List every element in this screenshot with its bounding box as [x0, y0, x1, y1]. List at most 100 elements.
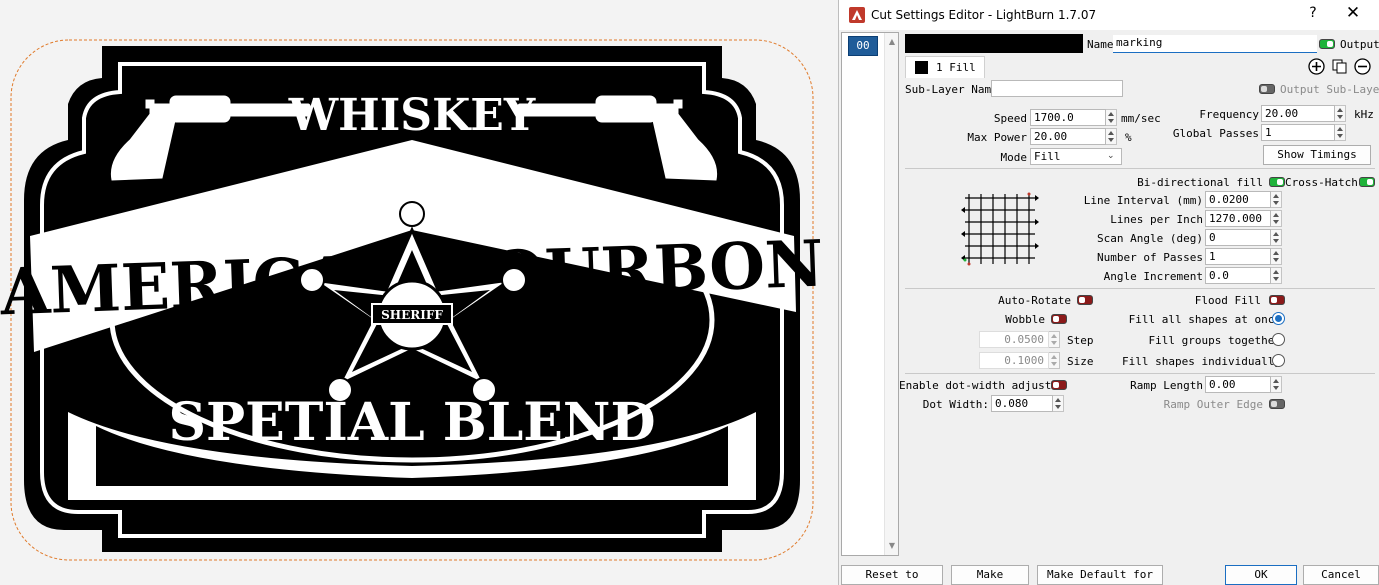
- dot-width-adjust-toggle[interactable]: [1051, 380, 1067, 390]
- fill-all-radio[interactable]: [1272, 312, 1285, 325]
- scroll-down-icon[interactable]: ▼: [885, 539, 899, 553]
- design-canvas[interactable]: WHISKEY AMERICAN BOURBON SHERIFF SPETIAL…: [0, 0, 840, 585]
- lpi-input[interactable]: 1270.000: [1205, 210, 1271, 227]
- add-sublayer-icon[interactable]: [1308, 58, 1325, 75]
- ramp-length-label: Ramp Length: [1130, 379, 1203, 392]
- line-interval-spinner[interactable]: [1271, 191, 1282, 208]
- ramp-outer-label: Ramp Outer Edge: [1163, 398, 1263, 411]
- make-default-button[interactable]: Make Default: [951, 565, 1029, 585]
- ramp-length-spinner[interactable]: [1271, 376, 1282, 393]
- cut-settings-dialog: Cut Settings Editor - LightBurn 1.7.07 ?…: [838, 0, 1379, 585]
- wobble-toggle[interactable]: [1051, 314, 1067, 324]
- sublayer-color-swatch: [915, 61, 928, 74]
- layer-list-scrollbar[interactable]: ▲ ▼: [884, 33, 898, 555]
- output-sublayer-label: Output Sub-Layer: [1280, 83, 1379, 96]
- crosshatch-toggle[interactable]: [1359, 177, 1375, 187]
- mode-select[interactable]: Fill ⌄: [1030, 148, 1122, 165]
- tab-sublayer-fill[interactable]: 1 Fill: [905, 56, 985, 78]
- ok-button[interactable]: OK: [1225, 565, 1297, 585]
- line-interval-label: Line Interval (mm): [1083, 194, 1203, 207]
- scan-angle-input[interactable]: 0: [1205, 229, 1271, 246]
- wobble-step-spinner[interactable]: [1049, 331, 1060, 348]
- layer-chip-00[interactable]: 00: [848, 36, 878, 56]
- ramp-outer-toggle[interactable]: [1269, 399, 1285, 409]
- wobble-step-input[interactable]: 0.0500: [979, 331, 1049, 348]
- speed-unit: mm/sec: [1121, 112, 1161, 125]
- num-passes-spinner[interactable]: [1271, 248, 1282, 265]
- crosshatch-label: Cross-Hatch: [1285, 176, 1358, 189]
- scroll-up-icon[interactable]: ▲: [885, 35, 899, 49]
- dot-width-spinner[interactable]: [1053, 395, 1064, 412]
- max-power-unit: %: [1125, 131, 1132, 144]
- fill-pattern-preview-icon: [961, 192, 1039, 266]
- layer-color-swatch[interactable]: [905, 34, 1083, 53]
- fill-individually-label: Fill shapes individually: [1122, 355, 1281, 368]
- frequency-spinner[interactable]: [1335, 105, 1346, 122]
- cancel-button[interactable]: Cancel: [1303, 565, 1379, 585]
- scan-angle-spinner[interactable]: [1271, 229, 1282, 246]
- max-power-label: Max Power: [967, 131, 1027, 144]
- dot-width-input[interactable]: 0.080: [991, 395, 1053, 412]
- max-power-input[interactable]: 20.00: [1030, 128, 1106, 145]
- whiskey-label-artwork: WHISKEY AMERICAN BOURBON SHERIFF SPETIAL…: [0, 39, 825, 561]
- global-passes-spinner[interactable]: [1335, 124, 1346, 141]
- max-power-spinner[interactable]: [1106, 128, 1117, 145]
- name-input[interactable]: marking: [1113, 35, 1317, 53]
- global-passes-input[interactable]: 1: [1261, 124, 1335, 141]
- output-label: Output: [1340, 38, 1379, 51]
- make-default-all-button[interactable]: Make Default for All: [1037, 565, 1163, 585]
- ramp-length-input[interactable]: 0.00: [1205, 376, 1271, 393]
- title-bar: Cut Settings Editor - LightBurn 1.7.07 ?…: [839, 0, 1379, 30]
- wobble-size-spinner[interactable]: [1049, 352, 1060, 369]
- flood-fill-toggle[interactable]: [1269, 295, 1285, 305]
- whiskey-text: WHISKEY: [288, 90, 536, 141]
- name-label: Name: [1087, 38, 1114, 51]
- close-button[interactable]: ✕: [1341, 3, 1365, 23]
- frequency-label: Frequency: [1199, 108, 1259, 121]
- output-sublayer-toggle[interactable]: [1259, 84, 1275, 94]
- reset-default-button[interactable]: Reset to Default: [841, 565, 943, 585]
- auto-rotate-toggle[interactable]: [1077, 295, 1093, 305]
- sublayer-name-label: Sub-Layer Name: [905, 83, 998, 96]
- bidirectional-toggle[interactable]: [1269, 177, 1285, 187]
- svg-text:SHERIFF: SHERIFF: [381, 308, 443, 322]
- mode-select-value: Fill: [1034, 150, 1061, 163]
- dialog-title: Cut Settings Editor - LightBurn 1.7.07: [871, 8, 1097, 22]
- flood-fill-label: Flood Fill: [1194, 294, 1261, 307]
- copy-sublayer-icon[interactable]: [1331, 58, 1348, 75]
- fill-all-label: Fill all shapes at once: [1128, 313, 1281, 326]
- line-interval-input[interactable]: 0.0200: [1205, 191, 1271, 208]
- lightburn-app-icon: [849, 7, 865, 23]
- global-passes-label: Global Passes: [1172, 127, 1259, 140]
- lpi-label: Lines per Inch: [1110, 213, 1203, 226]
- mode-label: Mode: [1000, 151, 1028, 164]
- wobble-size-input[interactable]: 0.1000: [979, 352, 1049, 369]
- sublayer-name-input[interactable]: [991, 80, 1123, 97]
- num-passes-input[interactable]: 1: [1205, 248, 1271, 265]
- scan-angle-label: Scan Angle (deg): [1097, 232, 1203, 245]
- fill-groups-radio[interactable]: [1272, 333, 1285, 346]
- speed-label: Speed: [993, 112, 1027, 125]
- help-button[interactable]: ?: [1303, 5, 1323, 21]
- auto-rotate-label: Auto-Rotate: [998, 294, 1071, 307]
- angle-increment-input[interactable]: 0.0: [1205, 267, 1271, 284]
- layer-list[interactable]: 00 ▲ ▼: [841, 32, 899, 556]
- num-passes-label: Number of Passes: [1097, 251, 1203, 264]
- fill-groups-label: Fill groups together: [1148, 334, 1281, 347]
- lpi-spinner[interactable]: [1271, 210, 1282, 227]
- frequency-input[interactable]: 20.00: [1261, 105, 1335, 122]
- separator: [905, 288, 1375, 289]
- sublayer-tab-label: 1 Fill: [936, 61, 976, 74]
- show-timings-button[interactable]: Show Timings: [1263, 145, 1371, 165]
- separator: [905, 373, 1375, 374]
- dot-width-adjust-label: Enable dot-width adjust: [899, 379, 1052, 392]
- speed-spinner[interactable]: [1106, 109, 1117, 126]
- speed-input[interactable]: 1700.0: [1030, 109, 1106, 126]
- wobble-label: Wobble: [1005, 313, 1045, 326]
- angle-increment-spinner[interactable]: [1271, 267, 1282, 284]
- output-toggle[interactable]: [1319, 39, 1335, 49]
- remove-sublayer-icon[interactable]: [1354, 58, 1371, 75]
- fill-individually-radio[interactable]: [1272, 354, 1285, 367]
- dot-width-label: Dot Width:: [922, 398, 989, 411]
- separator: [905, 168, 1375, 169]
